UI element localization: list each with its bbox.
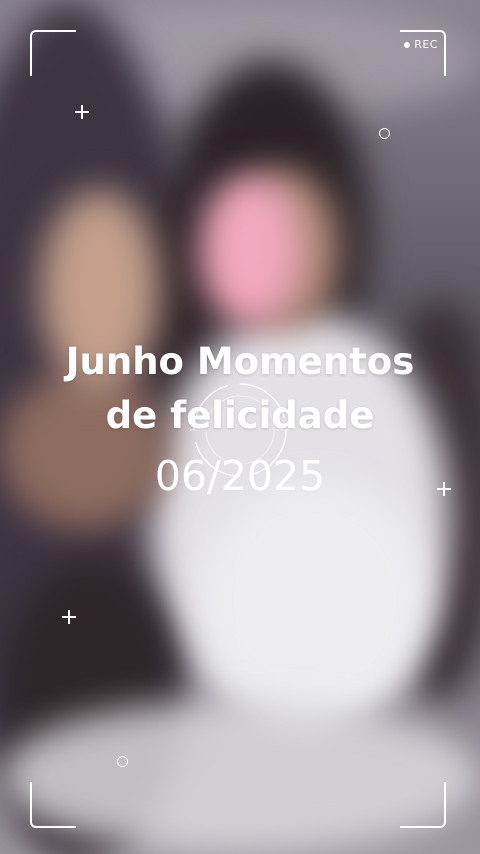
circle-icon: [379, 128, 390, 139]
overlay-date: 06/2025: [154, 452, 326, 500]
rec-indicator: REC: [404, 38, 438, 51]
title-line-2: de felicidade: [105, 394, 375, 437]
rec-dot-icon: [404, 41, 411, 48]
frame-corner-bottom-right: [400, 782, 446, 828]
plus-icon: [62, 610, 76, 624]
overlay-title: Junho Momentos de felicidade: [0, 335, 480, 443]
frame-corner-top-right: [400, 30, 446, 76]
frame-corner-top-left: [30, 30, 76, 76]
bg-shirt-lower: [200, 480, 430, 720]
rec-label: REC: [414, 38, 438, 51]
bg-floor: [0, 700, 480, 854]
title-line-1: Junho Momentos: [65, 340, 415, 383]
plus-icon: [75, 105, 89, 119]
bg-phone: [200, 175, 300, 325]
frame-corner-bottom-left: [30, 782, 76, 828]
circle-icon: [117, 756, 128, 767]
